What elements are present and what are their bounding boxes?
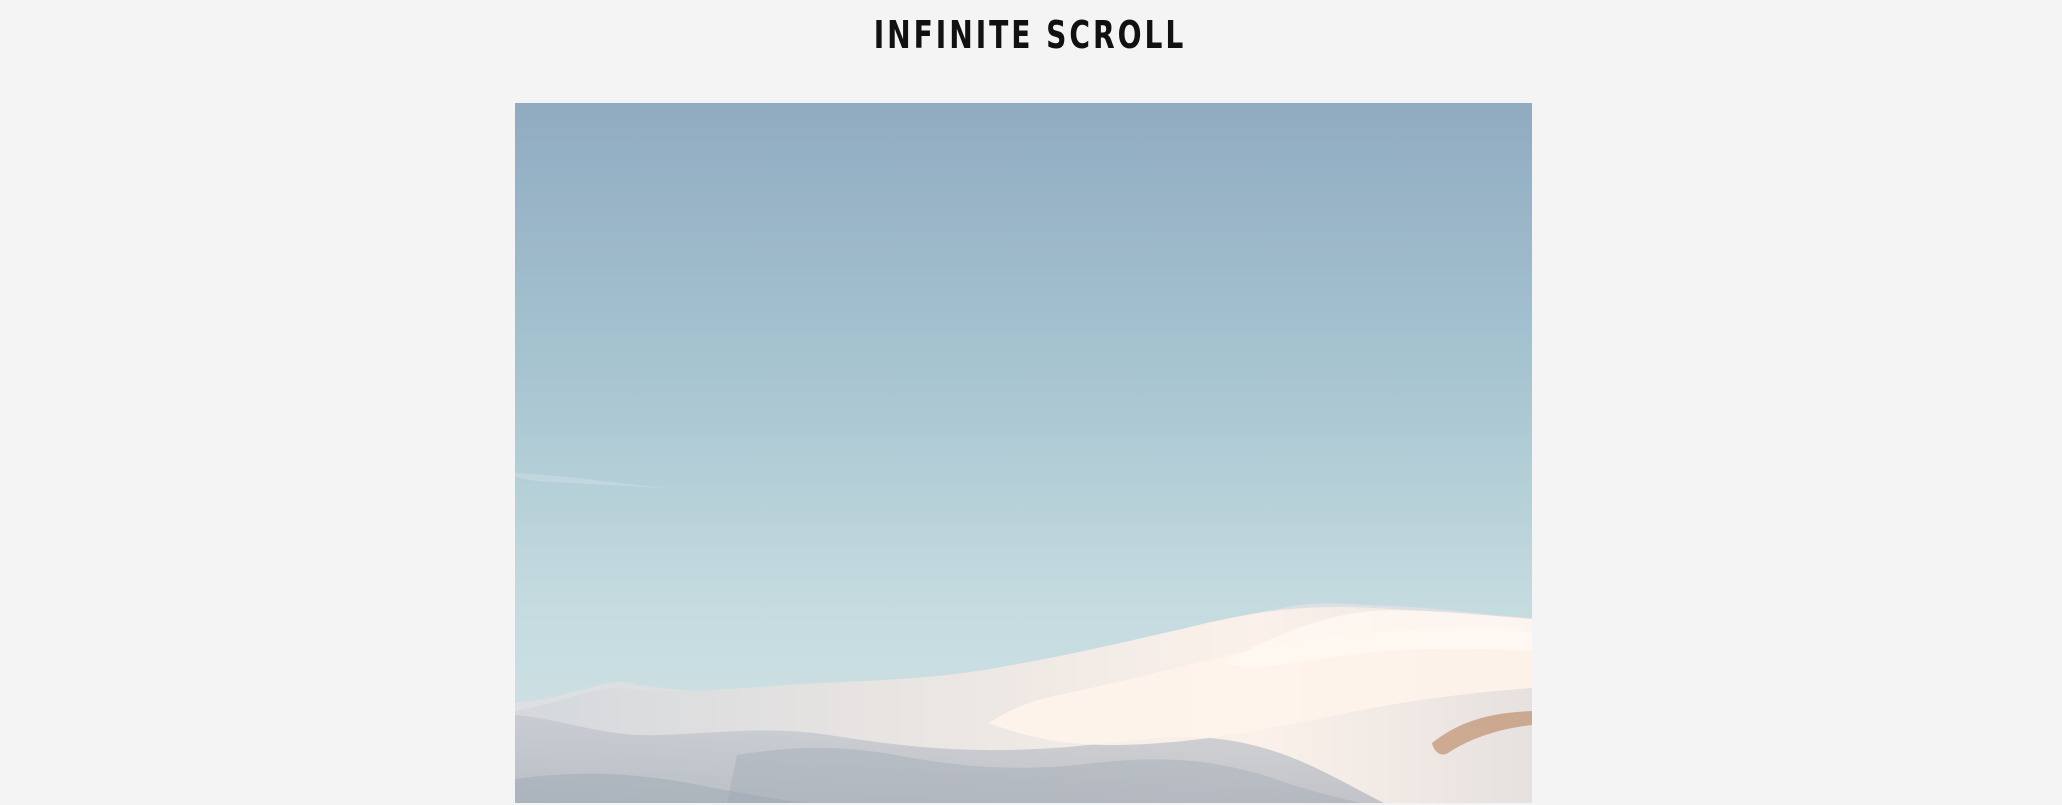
page: INFINITE SCROLL — [0, 0, 2062, 805]
site-header: INFINITE SCROLL — [0, 0, 2062, 103]
page-title: INFINITE SCROLL — [873, 13, 1187, 57]
feed-photo-card[interactable] — [515, 103, 1532, 803]
infinite-feed[interactable] — [515, 103, 1532, 805]
snowy-mountain-photo[interactable] — [515, 103, 1532, 803]
